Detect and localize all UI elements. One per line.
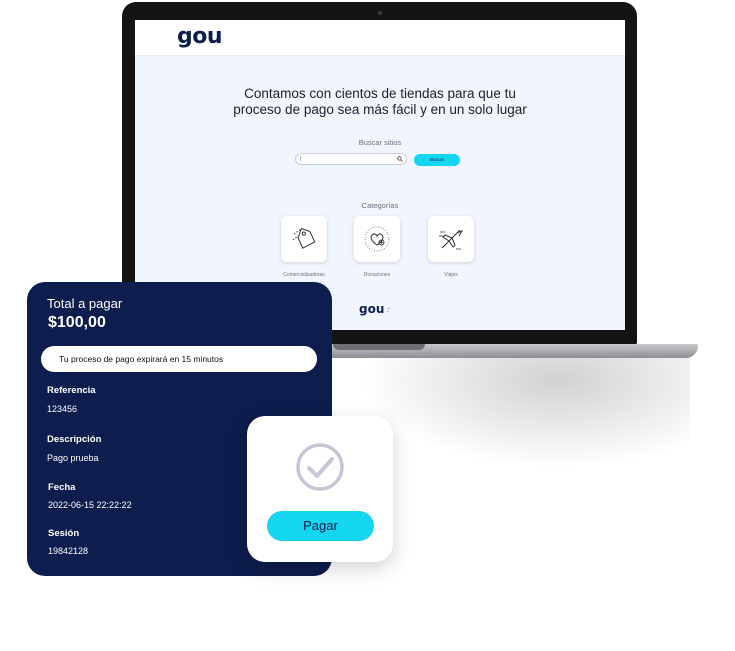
category-label-donaciones: Donaciones: [363, 272, 391, 278]
search-button[interactable]: Buscar: [414, 154, 460, 166]
footer-logo: gou: [359, 302, 385, 316]
reference-label: Referencia: [47, 385, 96, 396]
category-card-viajes[interactable]: [428, 216, 474, 262]
search-input[interactable]: |: [295, 153, 407, 165]
hero-title-line-2: proceso de pago sea más fácil y en un so…: [233, 102, 527, 117]
search-label: Buscar sitios: [358, 138, 402, 147]
category-card-comercializadoras[interactable]: [281, 216, 327, 262]
site-header: gou: [135, 20, 625, 56]
airplane-icon: [439, 229, 464, 250]
price-tag-icon: [292, 227, 316, 249]
session-value: 19842128: [48, 546, 89, 556]
category-card-donaciones[interactable]: [354, 216, 400, 262]
laptop-shadow: [360, 358, 690, 468]
heart-donation-icon: [364, 226, 390, 252]
expiry-banner: Tu proceso de pago expirará en 15 minuto…: [41, 346, 317, 372]
laptop-notch: [333, 344, 425, 350]
pay-card: Pagar: [247, 416, 393, 562]
hero-title-line-1: Contamos con cientos de tiendas para que…: [244, 86, 516, 101]
categories-label: Categorías: [361, 201, 399, 210]
footer-logo-tagline: ▪▪▪▪ ▪▪: [387, 307, 391, 313]
pay-button[interactable]: Pagar: [267, 511, 374, 541]
category-label-viajes: Viajes: [444, 272, 458, 278]
date-value: 2022-06-15 22:22:22: [48, 500, 132, 510]
category-label-comercializadoras: Comercializadoras: [283, 272, 325, 278]
description-value: Pago prueba: [47, 453, 99, 463]
session-label: Sesión: [48, 528, 80, 539]
hero-title: Contamos con cientos de tiendas para que…: [205, 86, 555, 118]
total-amount: $100,00: [48, 314, 106, 331]
total-label: Total a pagar: [47, 296, 123, 311]
date-label: Fecha: [48, 482, 76, 493]
description-label: Descripción: [47, 434, 102, 445]
search-icon[interactable]: [397, 156, 403, 162]
check-circle-icon: [296, 443, 344, 491]
site-logo[interactable]: gou: [177, 24, 223, 49]
reference-value: 123456: [47, 404, 78, 414]
laptop-camera: [378, 11, 382, 15]
